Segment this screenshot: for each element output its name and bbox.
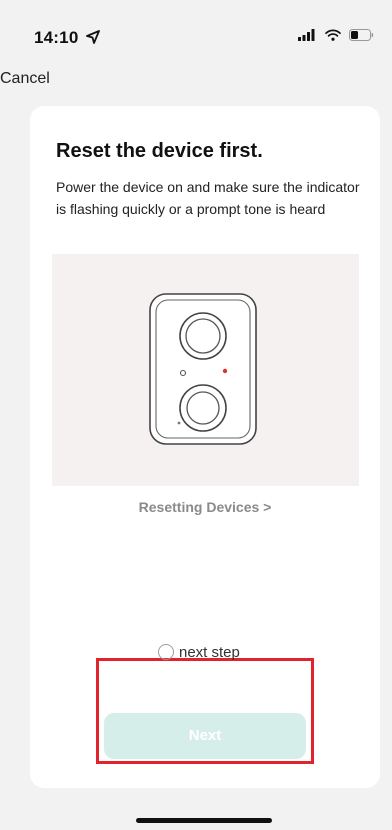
camera-device-image [149, 293, 257, 445]
next-step-checkbox[interactable]: next step [158, 641, 240, 663]
radio-circle-icon[interactable] [158, 644, 174, 660]
signal-icon [298, 29, 315, 41]
cancel-button[interactable]: Cancel [0, 70, 50, 88]
device-illustration [52, 254, 359, 486]
status-time-text: 14:10 [34, 28, 79, 47]
status-icons [298, 28, 374, 46]
battery-icon [349, 29, 374, 41]
instruction-text: Power the device on and make sure the in… [56, 179, 360, 217]
status-bar: 14:10 [0, 0, 392, 56]
resetting-devices-link[interactable]: Resetting Devices > [30, 499, 380, 515]
next-button[interactable]: Next [104, 713, 306, 759]
next-step-label: next step [179, 643, 240, 661]
page-title: Reset the device first. [56, 140, 263, 162]
home-indicator[interactable] [136, 818, 272, 823]
location-arrow-icon [86, 30, 101, 44]
status-time: 14:10 [34, 28, 101, 48]
wifi-icon [324, 29, 341, 41]
nav-bar: Cancel [0, 64, 392, 94]
